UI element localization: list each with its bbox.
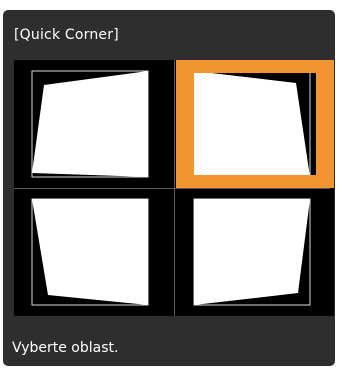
corner-area-grid — [14, 60, 334, 316]
keystone-bottom-right-icon — [193, 198, 311, 306]
quick-corner-dialog: [Quick Corner] Vyberte oblast. — [3, 10, 335, 366]
dialog-title: [Quick Corner] — [14, 27, 119, 43]
keystone-top-right-icon — [193, 70, 311, 178]
area-bottom-left[interactable] — [14, 188, 172, 316]
status-message: Vyberte oblast. — [12, 340, 119, 356]
keystone-top-left-icon — [31, 70, 149, 178]
keystone-bottom-left-icon — [31, 198, 149, 306]
area-bottom-right[interactable] — [176, 188, 334, 316]
grid-divider-horizontal — [14, 188, 330, 189]
area-top-left[interactable] — [14, 60, 172, 188]
area-top-right[interactable] — [176, 60, 334, 188]
